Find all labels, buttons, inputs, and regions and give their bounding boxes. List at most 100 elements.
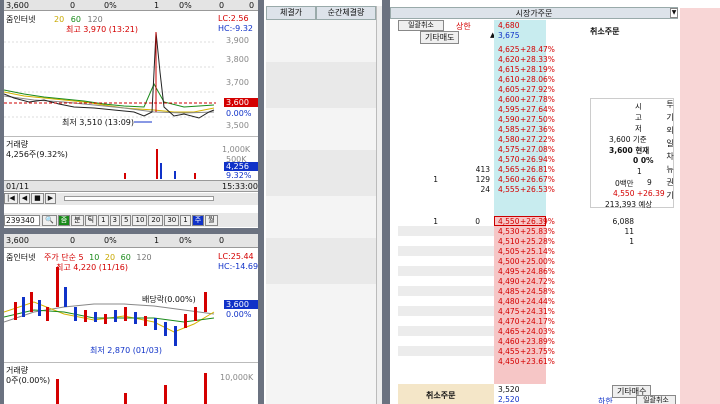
bid-cell[interactable]: 4,530 [498,227,519,237]
ask-cell[interactable]: 4,610 [498,75,519,85]
info-base: 3,600 기준 [609,135,647,144]
tb-btn-3[interactable]: 1 [98,214,109,226]
tb-btn-4[interactable]: 3 [109,214,121,226]
bid-cell[interactable]: 4,465 [498,327,519,337]
exec-scrollbar[interactable] [376,6,382,404]
bid-cell[interactable]: 4,455 [498,347,519,357]
scroll-next-button[interactable]: ▶ [44,193,57,204]
tb-btn-9[interactable]: 1 [180,214,191,226]
bid-cell[interactable]: 4,485 [498,287,519,297]
time-right: 15:33:00 [222,182,258,191]
value-y: 0 [249,0,255,10]
bid-cell: 1 [629,237,634,246]
bid-cell: +24.72% [520,277,555,286]
exec-stripe-3 [266,238,376,284]
tb-btn-7[interactable]: 20 [148,214,164,226]
stock-code-field[interactable]: 239340 [4,214,40,226]
side-tab-3[interactable]: 외 [664,124,676,137]
ask-cell[interactable]: 4,605 [498,85,519,95]
y-tick-3: 3,700 [226,78,249,87]
ask-cell[interactable]: 4,625 [498,45,519,55]
scroll-prev-button[interactable]: ◀ [18,193,31,204]
ask-cell[interactable]: 4,560 [498,175,519,185]
ask-cell[interactable]: 4,570 [498,155,519,165]
bid-cell: 1 [433,217,438,226]
bid-cell[interactable]: 4,495 [498,267,519,277]
tb-btn-0[interactable]: 줌 [57,214,71,226]
ask-cell: +28.06% [520,75,555,84]
side-tab-8[interactable]: 기 [664,189,676,202]
bid-cell[interactable]: 4,480 [498,297,519,307]
bid-row-stripe [398,266,494,276]
bid-cell[interactable]: 4,460 [498,337,519,347]
bid-cell[interactable]: 4,505 [498,247,519,257]
bid-cell[interactable]: 4,450 [498,357,519,367]
upper-price2: 3,675 [498,31,520,40]
bid-row-stripe [398,326,494,336]
volume-pane: 거래량 4,256주(9.32%) 1,000K 500K 4,256 9.32… [4,136,258,180]
ask-cell[interactable]: 4,595 [498,105,519,115]
ask-cell[interactable]: 4,590 [498,115,519,125]
ask-cell[interactable]: 4,555 [498,185,519,195]
hc-label: HC:-9.32 [218,24,253,33]
side-tab-7[interactable]: 권 [664,176,676,189]
ask-cell[interactable]: 4,575 [498,145,519,155]
cancel-all-button-2[interactable]: 일괄취소 [636,395,676,404]
ask-cell[interactable]: 4,585 [498,125,519,135]
bid-cell: +25.83% [520,227,555,236]
tb-btn-6[interactable]: 10 [132,214,148,226]
high-label-2: 최고 4,220 (11/16) [56,263,129,272]
side-tab-6[interactable]: 뉴 [664,163,676,176]
low-label: 최저 3,510 (13:09) [62,118,135,127]
ask-cell[interactable]: 4,615 [498,65,519,75]
change-2: 0 [70,236,76,245]
ask-cell: +28.47% [520,45,555,54]
cancel-order-header: 취소주문 [590,27,620,36]
bid-row-stripe [398,226,494,236]
bid-cell: +24.58% [520,287,555,296]
side-tab-1[interactable]: 투 [664,98,676,111]
bid-cell: +25.14% [520,247,555,256]
cancel-all-button[interactable]: 일괄취소 [398,20,444,31]
tb-btn-2[interactable]: 틱 [84,214,98,226]
bid-cell[interactable]: 4,475 [498,307,519,317]
bottom-v1: 3,520 [498,385,520,394]
bid-cell: +23.75% [520,347,555,356]
tb-btn-5[interactable]: 5 [121,214,132,226]
bid-cell[interactable]: 4,500 [498,257,519,267]
lower-limit-label: 하한 [598,397,613,404]
ask-cell[interactable]: 4,565 [498,165,519,175]
bid-cell[interactable]: 4,510 [498,237,519,247]
ask-cell[interactable]: 4,580 [498,135,519,145]
side-tab-2[interactable]: 기 [664,111,676,124]
exec-stripe-1 [266,62,376,108]
scroll-first-button[interactable]: |◀ [4,193,18,204]
info-box: 시 고 저 3,600 기준 3,600 현재 0 0% 1 0백만 9 4,5… [590,98,674,209]
orderbook-panel: 시장가주문 ▼ 일괄취소 상한 기타매도 ▲▼ 4,680 3,675 취소주문… [390,0,720,404]
y-tick-1: 3,900 [226,36,249,45]
ask-cell[interactable]: 4,620 [498,55,519,65]
tb-btn-11[interactable]: 월 [205,214,218,226]
bid-cell: 0 [475,217,480,226]
orderbook-dropdown[interactable]: ▼ [670,8,678,18]
volume-bars [124,149,196,179]
side-tabs: 투 기 외 일 차 뉴 권 기 [664,98,676,210]
ask-cell[interactable]: 4,600 [498,95,519,105]
side-tab-5[interactable]: 차 [664,150,676,163]
tb-btn-8[interactable]: 30 [164,214,180,226]
bottom-v2: 2,520 [498,395,520,404]
bid-cell[interactable]: 4,470 [498,317,519,327]
side-tab-4[interactable]: 일 [664,137,676,150]
scroll-track[interactable] [64,196,214,201]
tb-btn-10[interactable]: 주 [191,214,205,226]
stop-button[interactable]: ■ [31,193,44,204]
info-pred: 4,550 +26.39 [613,189,665,198]
other-sell-button[interactable]: 기타매도 [420,31,460,44]
value-x-2: 0 [219,236,225,245]
tb-btn-1[interactable]: 분 [71,214,84,226]
bid-row-stripe [398,286,494,296]
bid-row-stripe [398,246,494,256]
search-icon[interactable]: 🔍 [42,214,57,226]
bid-row-stripe [398,306,494,316]
bid-cell[interactable]: 4,490 [498,277,519,287]
